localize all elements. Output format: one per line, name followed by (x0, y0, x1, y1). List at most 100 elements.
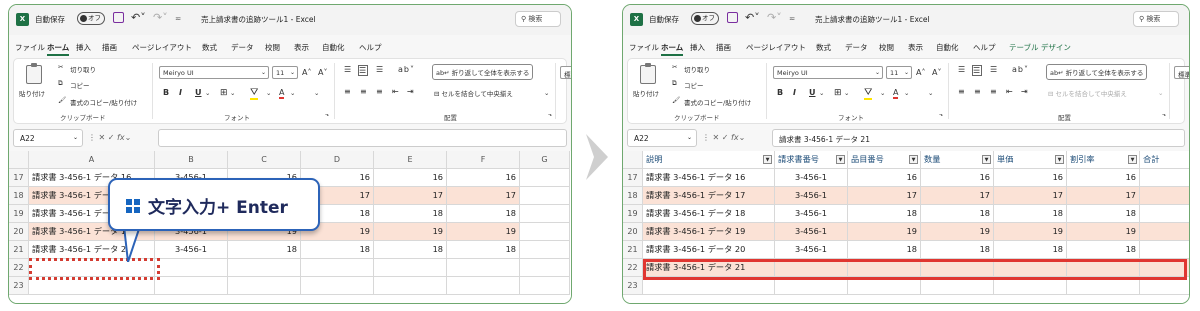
table-cell[interactable]: 18 (848, 241, 921, 259)
tab-home[interactable]: ホーム (47, 42, 70, 56)
formula-input[interactable]: 請求書 3-456-1 データ 21 (772, 129, 1185, 147)
table-cell[interactable]: 請求書 3-456-1 データ 17 (643, 187, 775, 205)
row-header[interactable]: 21 (9, 241, 29, 259)
number-format-select[interactable]: 標準 (1174, 66, 1189, 79)
font-color-icon[interactable]: A (893, 88, 899, 99)
table-cell[interactable]: 19 (1067, 223, 1140, 241)
border-dropdown-icon[interactable]: ⌄ (844, 89, 849, 97)
fill-color-icon[interactable]: ⛛ (250, 87, 259, 100)
table-cell[interactable] (520, 169, 570, 187)
row-header[interactable]: 21 (623, 241, 643, 259)
tab-help[interactable]: ヘルプ (359, 42, 382, 53)
table-cell[interactable] (1140, 205, 1189, 223)
font-dialog-launcher-icon[interactable]: ⬎ (325, 112, 329, 118)
column-header[interactable]: C (228, 151, 301, 169)
fill-dropdown-icon[interactable]: ⌄ (266, 89, 271, 97)
merge-dropdown-icon[interactable]: ⌄ (544, 89, 549, 97)
table-cell[interactable]: 18 (1067, 241, 1140, 259)
row-header[interactable]: 23 (9, 277, 29, 295)
table-cell[interactable]: 18 (994, 205, 1067, 223)
table-cell[interactable]: 18 (447, 241, 520, 259)
tab-data[interactable]: データ (231, 42, 254, 53)
row-header[interactable]: 23 (623, 277, 643, 295)
table-cell[interactable]: 19 (994, 223, 1067, 241)
row-header[interactable]: 16 (9, 163, 29, 169)
column-header[interactable]: E (374, 151, 447, 169)
table-header-cell[interactable]: 割引率 ▼ (1067, 151, 1140, 169)
copy-button[interactable]: コピー (70, 80, 90, 90)
table-cell[interactable]: 16 (1067, 169, 1140, 187)
font-grow-icon[interactable]: A˄ (916, 68, 925, 77)
table-cell[interactable]: 18 (848, 205, 921, 223)
column-header[interactable]: D (301, 151, 374, 169)
underline-icon[interactable]: U (809, 88, 816, 97)
align-top-icon[interactable]: ☰ (958, 65, 966, 74)
tab-data[interactable]: データ (845, 42, 868, 53)
more-icon[interactable]: ⌄ (314, 89, 319, 97)
wrap-text-button[interactable]: ab↵ 折り返して全体を表示する (1046, 64, 1148, 80)
tab-help[interactable]: ヘルプ (973, 42, 996, 53)
table-cell[interactable]: 17 (447, 187, 520, 205)
table-header-cell[interactable]: 請求書番号 ▼ (775, 151, 848, 169)
table-cell[interactable]: 18 (994, 241, 1067, 259)
table-cell[interactable]: 16 (994, 169, 1067, 187)
table-cell[interactable]: 3-456-1 (775, 223, 848, 241)
table-cell[interactable] (520, 205, 570, 223)
tab-file[interactable]: ファイル (15, 42, 45, 53)
align-left-icon[interactable]: ≡ (344, 87, 352, 96)
table-cell[interactable] (228, 259, 301, 277)
table-cell[interactable]: 3-456-1 (775, 169, 848, 187)
spreadsheet-grid[interactable]: 説明 ▼ 請求書番号 ▼ 品目番号 ▼ 数量 ▼ 単価 ▼ 割引率 ▼ 合計 17 請求書 3-456-1 … (623, 151, 1189, 303)
underline-dropdown-icon[interactable]: ⌄ (819, 89, 824, 97)
indent-decrease-icon[interactable]: ⇤ (1006, 87, 1014, 96)
table-cell[interactable]: 17 (921, 187, 994, 205)
orientation-icon[interactable]: ab˅ (1012, 65, 1029, 74)
table-cell[interactable] (1140, 187, 1189, 205)
row-header[interactable]: 19 (9, 205, 29, 223)
alignment-dialog-launcher-icon[interactable]: ⬎ (548, 112, 552, 118)
table-cell[interactable] (520, 223, 570, 241)
align-bottom-icon[interactable]: ☰ (376, 65, 384, 74)
customize-toolbar-icon[interactable]: ≂ (789, 14, 795, 23)
tab-table-design[interactable]: テーブル デザイン (1009, 42, 1071, 53)
save-icon[interactable] (113, 12, 124, 23)
filter-dropdown-icon[interactable]: ▼ (982, 155, 991, 164)
table-cell[interactable] (447, 259, 520, 277)
align-top-icon[interactable]: ☰ (344, 65, 352, 74)
tab-automate[interactable]: 自動化 (322, 42, 345, 53)
align-bottom-icon[interactable]: ☰ (990, 65, 998, 74)
table-cell[interactable]: 16 (447, 169, 520, 187)
tab-insert[interactable]: 挿入 (690, 42, 705, 53)
table-cell[interactable]: 17 (994, 187, 1067, 205)
fill-dropdown-icon[interactable]: ⌄ (880, 89, 885, 97)
border-icon[interactable]: ⊞ (220, 88, 228, 98)
table-cell[interactable] (155, 259, 228, 277)
table-cell[interactable]: 請求書 3-456-1 データ 20 (643, 241, 775, 259)
table-cell[interactable]: 17 (848, 187, 921, 205)
align-right-icon[interactable]: ≡ (990, 87, 998, 96)
row-header[interactable]: 20 (9, 223, 29, 241)
table-header-cell[interactable]: 合計 (1140, 151, 1189, 169)
table-cell[interactable]: 18 (374, 241, 447, 259)
redo-icon[interactable]: ↷˅ (767, 11, 782, 24)
paste-button[interactable]: 貼り付け (19, 88, 45, 98)
table-cell[interactable]: 19 (447, 223, 520, 241)
tab-review[interactable]: 校閲 (879, 42, 894, 53)
filter-dropdown-icon[interactable]: ▼ (1055, 155, 1064, 164)
font-color-dropdown-icon[interactable]: ⌄ (904, 89, 909, 97)
more-icon[interactable]: ⌄ (928, 89, 933, 97)
table-cell[interactable]: 18 (921, 205, 994, 223)
table-cell[interactable]: 19 (848, 223, 921, 241)
row-header[interactable]: 20 (623, 223, 643, 241)
table-cell[interactable] (1140, 241, 1189, 259)
table-cell[interactable]: 請求書 3-456-1 データ 18 (643, 205, 775, 223)
row-header[interactable]: 19 (623, 205, 643, 223)
table-cell[interactable]: 16 (374, 169, 447, 187)
autosave-toggle[interactable]: オフ (691, 12, 719, 25)
table-cell[interactable] (228, 277, 301, 295)
table-cell[interactable]: 16 (848, 169, 921, 187)
cut-icon[interactable]: ✂ (58, 63, 63, 71)
border-dropdown-icon[interactable]: ⌄ (230, 89, 235, 97)
tab-formulas[interactable]: 数式 (816, 42, 831, 53)
tab-draw[interactable]: 描画 (716, 42, 731, 53)
